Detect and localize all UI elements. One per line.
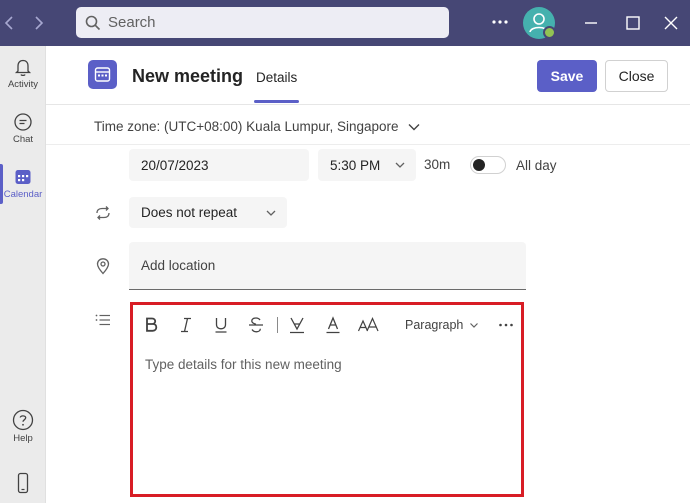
rail-item-help[interactable]: Help (0, 408, 46, 444)
rail-item-chat[interactable]: Chat (0, 111, 46, 145)
rail-label-calendar: Calendar (3, 189, 43, 200)
paragraph-style-value: Paragraph (405, 318, 464, 332)
toolbar-separator (277, 317, 278, 333)
timezone-label: Time zone: (UTC+08:00) Kuala Lumpur, Sin… (94, 119, 399, 134)
more-options-icon[interactable] (490, 12, 510, 32)
title-bar: Search (0, 0, 690, 46)
highlight-icon[interactable] (287, 316, 307, 334)
timezone-divider (46, 144, 690, 145)
forward-arrow-icon[interactable] (30, 14, 46, 32)
rail-item-activity[interactable]: Activity (0, 56, 46, 90)
rail-label-chat: Chat (12, 134, 34, 145)
repeat-icon (94, 204, 112, 222)
details-list-icon (94, 312, 112, 330)
close-button[interactable]: Close (605, 60, 668, 92)
meeting-details-editor[interactable]: Paragraph Type details for this new meet… (130, 302, 524, 497)
search-placeholder: Search (108, 14, 156, 31)
chevron-down-icon (408, 123, 420, 130)
all-day-toggle[interactable] (470, 156, 506, 174)
underline-icon[interactable] (211, 316, 231, 334)
meeting-form-pane: New meeting Details Save Close Time zone… (46, 46, 690, 503)
back-arrow-icon[interactable] (2, 14, 18, 32)
chevron-down-icon (266, 210, 276, 216)
strikethrough-icon[interactable] (246, 316, 266, 334)
meeting-calendar-icon (88, 60, 117, 89)
tab-details[interactable]: Details (256, 70, 297, 85)
meeting-header: New meeting Details Save Close (46, 46, 690, 104)
location-pin-icon (94, 257, 112, 275)
chevron-down-icon (395, 162, 405, 168)
search-icon (85, 15, 101, 30)
maximize-icon[interactable] (622, 12, 644, 34)
save-button[interactable]: Save (537, 60, 597, 92)
page-title: New meeting (132, 66, 244, 86)
bold-icon[interactable] (141, 316, 161, 334)
timezone-selector[interactable]: Time zone: (UTC+08:00) Kuala Lumpur, Sin… (94, 119, 421, 134)
app-rail: Activity Chat Calendar Help (0, 46, 46, 503)
rail-label-help: Help (13, 433, 33, 444)
header-divider (46, 104, 690, 105)
rail-label-activity: Activity (7, 79, 39, 90)
tab-details-indicator (254, 100, 299, 103)
minimize-icon[interactable] (580, 12, 602, 34)
calendar-icon (15, 170, 31, 184)
start-time-dropdown[interactable]: 5:30 PM (318, 149, 416, 181)
help-icon (12, 409, 34, 431)
chat-icon (14, 113, 32, 131)
close-window-icon[interactable] (660, 12, 682, 34)
repeat-value: Does not repeat (141, 205, 238, 220)
mobile-device-icon (17, 472, 29, 494)
location-placeholder: Add location (141, 258, 216, 273)
font-size-icon[interactable] (357, 316, 379, 334)
duration-label: 30m (424, 157, 451, 172)
start-date-value: 20/07/2023 (141, 157, 209, 173)
location-input[interactable]: Add location (129, 242, 526, 290)
start-time-value: 5:30 PM (330, 157, 381, 173)
rail-item-calendar[interactable]: Calendar (0, 166, 46, 200)
formatting-toolbar: Paragraph (133, 305, 521, 345)
bell-icon (14, 59, 32, 77)
all-day-label: All day (516, 158, 557, 173)
paragraph-style-dropdown[interactable]: Paragraph (405, 318, 479, 332)
details-placeholder: Type details for this new meeting (145, 357, 342, 372)
chevron-down-icon (470, 322, 479, 328)
rail-item-device[interactable] (0, 471, 46, 495)
italic-icon[interactable] (176, 316, 196, 334)
repeat-dropdown[interactable]: Does not repeat (129, 197, 287, 228)
toggle-knob (473, 159, 485, 171)
font-color-icon[interactable] (323, 316, 343, 334)
search-input[interactable]: Search (76, 7, 449, 38)
more-formatting-icon[interactable] (497, 316, 515, 334)
presence-badge (543, 26, 556, 39)
start-date-field[interactable]: 20/07/2023 (129, 149, 309, 181)
